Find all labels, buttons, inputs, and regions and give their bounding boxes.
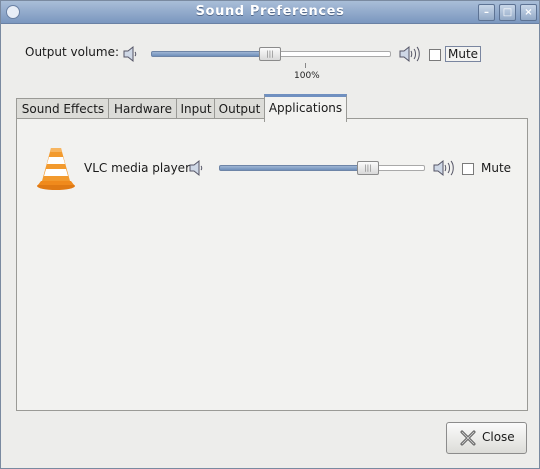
close-button[interactable]: Close bbox=[446, 422, 527, 454]
close-icon bbox=[460, 430, 476, 446]
tab-hardware[interactable]: Hardware bbox=[108, 98, 178, 119]
vlc-cone-icon bbox=[37, 148, 75, 190]
tab-input[interactable]: Input bbox=[176, 98, 216, 119]
minimize-icon[interactable]: – bbox=[478, 4, 495, 21]
tab-sound-effects[interactable]: Sound Effects bbox=[16, 98, 110, 119]
title-bar[interactable]: Sound Preferences – □ × bbox=[1, 1, 539, 24]
vlc-mute-label[interactable]: Mute bbox=[481, 161, 511, 175]
output-volume-label: Output volume: bbox=[25, 45, 119, 59]
vlc-mute-checkbox[interactable] bbox=[462, 163, 474, 175]
speaker-low-icon bbox=[123, 45, 137, 63]
window-title: Sound Preferences bbox=[195, 4, 345, 19]
output-volume-percent: 100% bbox=[294, 71, 320, 81]
tab-output[interactable]: Output bbox=[214, 98, 265, 119]
volume-tick-mark bbox=[305, 63, 306, 68]
output-volume-slider-fill bbox=[151, 51, 271, 57]
tab-applications[interactable]: Applications bbox=[264, 94, 347, 122]
output-mute-checkbox[interactable] bbox=[429, 49, 441, 61]
vlc-speaker-high-icon bbox=[433, 159, 454, 177]
vlc-volume-slider-thumb[interactable]: ||| bbox=[357, 161, 379, 175]
speaker-high-icon bbox=[399, 45, 420, 63]
app-name-vlc: VLC media player bbox=[84, 161, 191, 175]
maximize-icon[interactable]: □ bbox=[499, 4, 516, 21]
output-volume-slider-rest bbox=[271, 51, 391, 57]
vlc-volume-slider-fill bbox=[219, 165, 361, 171]
output-mute-label[interactable]: Mute bbox=[445, 46, 482, 62]
output-volume-slider-thumb[interactable]: ||| bbox=[259, 47, 281, 61]
sound-preferences-window: Sound Preferences – □ × Output volume: |… bbox=[0, 0, 540, 469]
close-button-label: Close bbox=[482, 430, 515, 444]
close-window-icon[interactable]: × bbox=[520, 4, 537, 21]
vlc-speaker-low-icon bbox=[189, 159, 203, 177]
